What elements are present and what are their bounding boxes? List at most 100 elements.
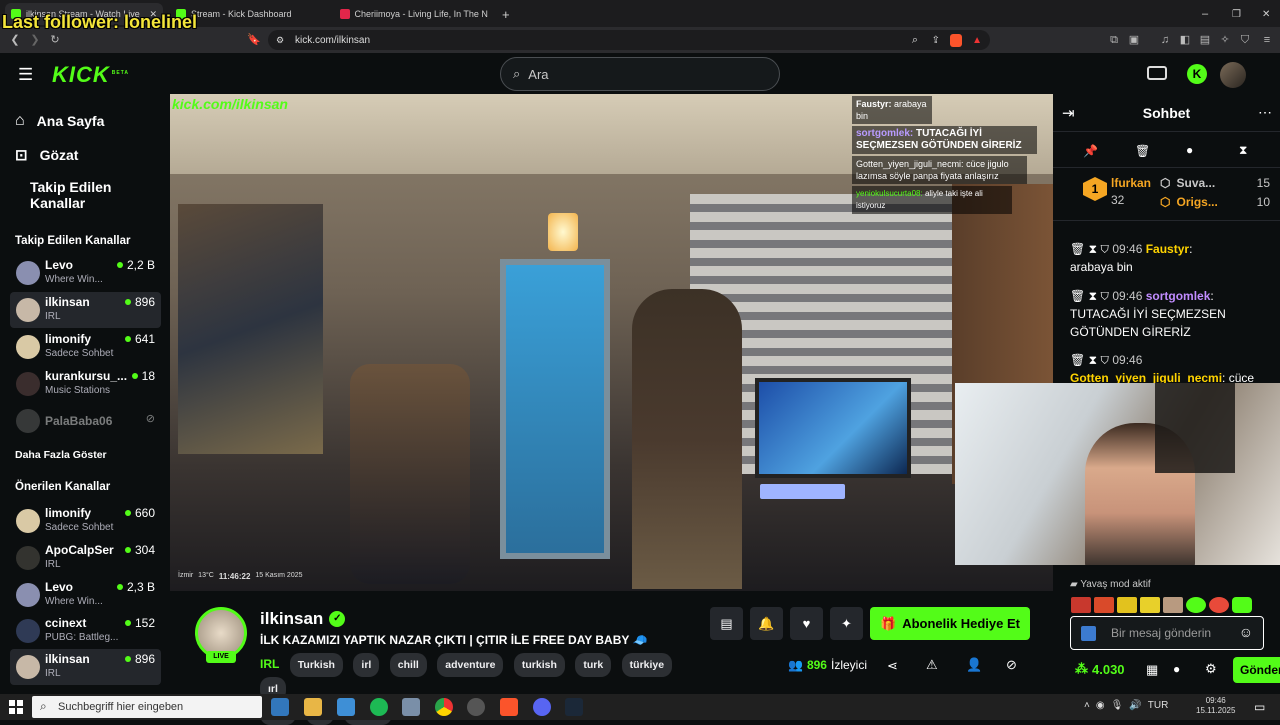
tag[interactable]: türkiye	[621, 653, 673, 677]
tray-language[interactable]: TUR	[1148, 700, 1169, 711]
chat-settings-icon[interactable]: ●	[1173, 662, 1180, 676]
user-avatar[interactable]	[1220, 62, 1246, 88]
forward-icon[interactable]: ❯	[28, 33, 42, 47]
tray-chevron-icon[interactable]: ˄	[1084, 700, 1090, 711]
share-icon[interactable]: ⇪	[932, 35, 940, 46]
site-info-icon[interactable]: ⚙	[276, 35, 284, 46]
sidebar-channel-kurankursu[interactable]: kurankursu_... Music Stations 18	[10, 366, 161, 402]
zoom-icon[interactable]: ⌕	[912, 34, 918, 47]
sidebar-recommended-apocalpser[interactable]: ApoCalpSer IRL 304	[10, 540, 161, 576]
category-link[interactable]: IRL	[260, 657, 279, 671]
vr-icon[interactable]	[1147, 66, 1167, 80]
url-field[interactable]: ⚙ kick.com/ilkinsan ⌕ ⇪ ▲	[268, 30, 990, 50]
timeout-icon[interactable]: ⧗	[1089, 242, 1097, 256]
chat-bubble-icon[interactable]: ●	[1186, 143, 1193, 157]
ban-icon[interactable]: ⛉	[1100, 242, 1109, 256]
delete-icon[interactable]: 🗑	[1070, 242, 1085, 256]
obs-icon[interactable]	[467, 698, 485, 716]
tag[interactable]: Turkish	[289, 653, 343, 677]
emote-icon[interactable]	[1186, 597, 1206, 613]
sidebar-channel-ilkinsan[interactable]: ilkinsan IRL 896	[10, 292, 161, 328]
top-gifter-name[interactable]: lfurkan	[1111, 176, 1151, 190]
tray-network-icon[interactable]: ◉	[1096, 700, 1105, 711]
taskbar-search[interactable]: ⌕ Suchbegriff hier eingeben	[32, 696, 262, 718]
emote-icon[interactable]	[1209, 597, 1229, 613]
leader-row[interactable]: ⬡ Suva... 15	[1160, 176, 1270, 190]
kick-emote-icon[interactable]	[1081, 626, 1096, 641]
vpn-icon[interactable]: ⛉	[1238, 33, 1252, 47]
clip-button[interactable]: ▤	[710, 607, 743, 640]
nav-following[interactable]: Takip Edilen Kanallar	[30, 179, 170, 211]
report-icon[interactable]: ⚠	[926, 657, 938, 673]
nav-home[interactable]: ⌂ Ana Sayfa	[15, 112, 104, 130]
sidebar-channel-limonify[interactable]: limonify Sadece Sohbet 641	[10, 329, 161, 365]
windows-start-icon[interactable]	[9, 700, 23, 714]
tab-cheriimoya[interactable]: Cheriimoya - Living Life, In The Night	[334, 3, 494, 25]
kick-points-icon[interactable]: K	[1187, 64, 1207, 84]
show-more-button[interactable]: Daha Fazla Göster	[15, 449, 107, 461]
store-app-icon[interactable]	[337, 698, 355, 716]
follow-button[interactable]: ♥	[790, 607, 823, 640]
reload-icon[interactable]: ↻	[48, 33, 62, 47]
tray-clock[interactable]: 09:46 15.11.2025	[1196, 696, 1235, 716]
chat-more-icon[interactable]: ⋯	[1258, 104, 1272, 121]
reader-icon[interactable]: ▣	[1127, 33, 1141, 47]
leo-icon[interactable]: ✧	[1218, 33, 1232, 47]
tray-volume-icon[interactable]: 🔊	[1129, 700, 1141, 711]
spotify-icon[interactable]	[370, 698, 388, 716]
video-player[interactable]: kick.com/ilkinsan Faustyr: arabaya bin s…	[170, 94, 1053, 591]
minimize-button[interactable]: –	[1196, 3, 1214, 25]
back-icon[interactable]: ❮	[8, 33, 22, 47]
tray-mic-icon[interactable]: 🎙	[1111, 700, 1124, 711]
host-icon[interactable]: 👤	[966, 657, 982, 673]
sidebar-recommended-levo[interactable]: Levo Where Win... 2,3 B	[10, 577, 161, 613]
chat-username[interactable]: Faustyr	[1146, 242, 1189, 256]
sidebar-toggle-icon[interactable]: ◧	[1178, 33, 1192, 47]
pin-icon[interactable]: 📌	[1083, 144, 1098, 158]
wallet-icon[interactable]: ▤	[1198, 33, 1212, 47]
calculator-icon[interactable]	[402, 698, 420, 716]
notification-button[interactable]: 🔔	[750, 607, 783, 640]
close-window-button[interactable]: ✕	[1256, 3, 1276, 25]
timeout-icon[interactable]: ⧗	[1089, 353, 1097, 367]
discord-icon[interactable]	[533, 698, 551, 716]
media-icon[interactable]: ♫	[1158, 33, 1172, 47]
tag[interactable]: irl	[353, 653, 380, 677]
tag[interactable]: adventure	[437, 653, 504, 677]
ban-icon[interactable]: ⛉	[1100, 353, 1109, 367]
edge-icon[interactable]	[271, 698, 289, 716]
sparkle-button[interactable]: ✦	[830, 607, 863, 640]
brave-shields-icon[interactable]	[950, 33, 962, 47]
emote-icon[interactable]	[1117, 597, 1137, 613]
chat-input[interactable]: Bir mesaj gönderin ☺	[1070, 616, 1264, 650]
streamer-name[interactable]: ilkinsan	[260, 609, 323, 629]
sidebar-channel-palababa06[interactable]: PalaBaba06 ⊘	[10, 403, 161, 439]
hourglass-icon[interactable]: ⧗	[1239, 143, 1247, 158]
extensions-icon[interactable]: ⧉	[1107, 33, 1121, 47]
delete-icon[interactable]: 🗑	[1070, 353, 1085, 367]
bookmark-icon[interactable]: 🔖	[247, 33, 261, 47]
chrome-icon[interactable]	[435, 698, 453, 716]
chat-username[interactable]: sortgomlek	[1146, 289, 1211, 303]
channel-points[interactable]: ⁂ 4.030	[1075, 661, 1125, 677]
new-tab-button[interactable]: +	[496, 3, 516, 25]
delete-icon[interactable]: 🗑	[1070, 289, 1085, 303]
sidebar-recommended-ccinext[interactable]: ccinext PUBG: Battleg... 152	[10, 613, 161, 649]
menu-icon[interactable]: ≡	[1260, 33, 1274, 47]
send-button[interactable]: Gönder	[1233, 657, 1280, 683]
brave-icon[interactable]	[500, 698, 518, 716]
steam-icon[interactable]	[565, 698, 583, 716]
emote-icon[interactable]	[1163, 597, 1183, 613]
emoji-icon[interactable]: ☺	[1239, 624, 1253, 640]
share-icon[interactable]: ⋖	[887, 658, 898, 674]
emote-icon[interactable]	[1140, 597, 1160, 613]
ban-icon[interactable]: ⛉	[1100, 289, 1109, 303]
kick-logo[interactable]: KICK BETA	[52, 62, 129, 88]
emote-icon[interactable]	[1232, 597, 1252, 613]
gear-icon[interactable]: ⚙	[1205, 661, 1217, 677]
explorer-icon[interactable]	[304, 698, 322, 716]
maximize-button[interactable]: ❐	[1226, 3, 1247, 25]
leader-row[interactable]: ⬡ Origs... 10	[1160, 195, 1270, 209]
brave-rewards-icon[interactable]: ▲	[972, 35, 982, 46]
tag[interactable]: turk	[575, 653, 612, 677]
